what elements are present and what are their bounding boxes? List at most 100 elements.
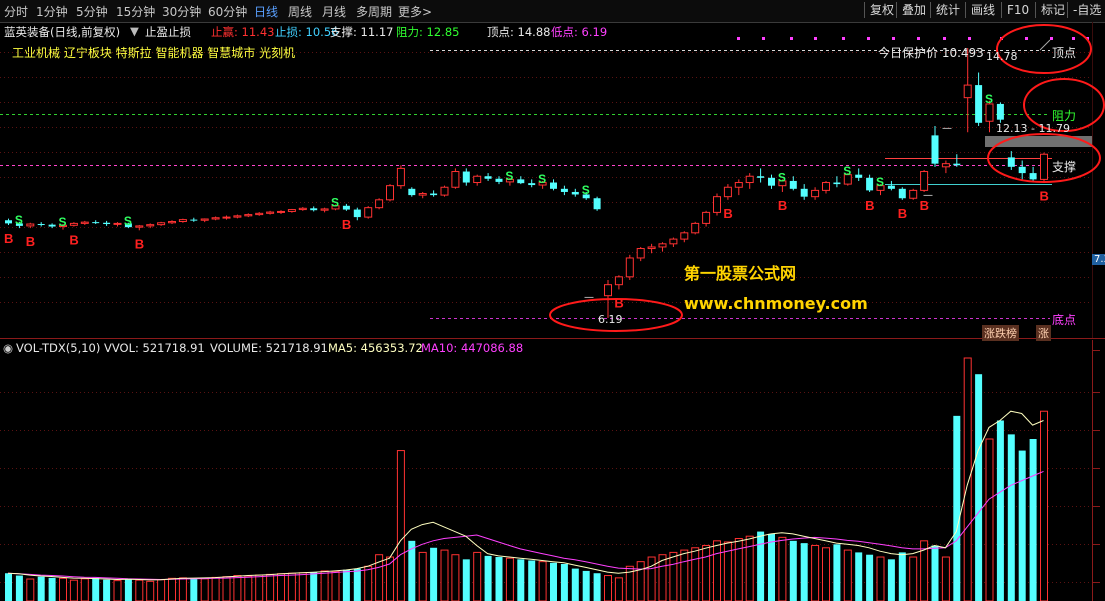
volume-bar-up [778,536,787,601]
buy-signal-mark: B [4,231,13,246]
signal-dot [1050,37,1053,40]
volume-bar-down [931,545,939,601]
volume-bar-down [550,562,557,601]
buy-signal-mark: B [342,217,351,232]
candle-body-down [757,176,765,178]
volume-bar-up [440,549,449,601]
sell-signal-mark: S [331,196,339,210]
kline-chart[interactable]: B B B BBBBB BBBBS S SSS SSS SSS [0,0,1105,601]
volume-indicator-name[interactable]: VOL-TDX(5,10) [16,341,100,355]
volume-bar-down [37,576,45,601]
board-zhang-tag[interactable]: 涨 [1036,325,1051,341]
volume-bar-down [560,563,568,601]
board-tag[interactable]: 涨跌榜 [982,325,1019,341]
candle-body-up [113,222,122,225]
candle-body-down [495,178,503,182]
candle-body-up [298,207,307,211]
volume-bar-up [135,579,144,601]
volume-bar-up [473,551,482,601]
candle-body-down [5,220,12,224]
volume-bar-up [80,578,89,601]
sell-signal-mark: S [843,164,851,178]
volume-bar-up [614,577,623,601]
candle-body-up [157,222,166,226]
volume-bar-down [953,415,961,601]
candle-body-up [713,196,721,213]
range-value-label: 12.13 - 11.79 [996,122,1070,135]
volume-bar-down [975,374,983,601]
signal-dot [968,37,971,40]
volume-bar-down [484,555,492,601]
candle-body-up [669,238,678,245]
buy-signal-mark: B [614,295,623,310]
volume-bar-up [680,549,689,601]
candle-body-up [418,193,427,196]
support-label: 支撑 [1052,160,1077,174]
volume-bar-up [941,556,950,601]
candle-body-down [1018,166,1026,174]
sell-signal-mark: S [15,213,23,227]
candle-body-down [931,135,939,164]
volume-bar-up [538,561,547,601]
candle-body-up [473,175,482,184]
sell-signal-mark: S [59,215,67,229]
volume-bar-up [266,573,275,601]
volume-bar-down [789,540,797,601]
candle-body-down [789,180,797,189]
buy-signal-mark: B [1040,189,1049,204]
diamond-mark [1039,39,1051,51]
candle-body-up [647,246,656,250]
candle-body-down [430,193,438,196]
volume-ma5: MA5: 456353.72 [328,341,423,355]
volume-bar-up [178,577,187,601]
candle-body-down [190,219,198,221]
candle-body-up [200,218,209,221]
candle-body-up [255,212,264,216]
volume-bar-down [582,570,590,601]
volume-bar-down [462,559,470,601]
volume-bar-up [843,549,852,601]
signal-dot [943,37,946,40]
signal-dot [790,37,793,40]
buy-signal-mark: B [778,198,787,213]
candle-body-down [768,177,775,186]
dash-mark: — [923,190,933,201]
candle-body-down [953,163,961,166]
volume-bar-up [396,450,405,601]
volume-bar-down [15,575,23,601]
candle-body-down [1029,173,1037,180]
volume-bar-down [855,552,863,601]
volume-bar-up [211,576,220,601]
volume-bar-up [157,579,166,601]
sell-signal-mark: S [778,170,786,184]
volume-bar-down [866,554,874,601]
candle-body-up [168,221,176,224]
signal-dot [814,37,817,40]
volume-bar-down [1007,434,1015,601]
right-price-tag: 7.3 [1092,254,1105,265]
volume-bar-down [757,531,765,601]
candle-body-up [396,167,405,187]
candle-body-up [822,182,830,191]
volume-bar-up [1040,410,1048,601]
candle-body-up [614,276,623,286]
candle-body-up [178,219,187,223]
candle-body-down [37,224,45,226]
volume-bar-down [768,533,775,601]
candle-body-up [146,224,155,227]
candle-body-up [625,257,634,278]
signal-dot [842,37,845,40]
volume-ma5-line [7,410,1044,581]
volume-bar-up [963,357,972,601]
volume-bar-up [691,547,700,601]
volume-bar-up [59,577,67,601]
candle-body-up [266,211,275,214]
candle-body-down [92,222,100,224]
volume-settings-icon[interactable]: ◉ [3,341,13,355]
candle-body-up [440,186,449,196]
volume-bar-up [822,547,830,601]
volume-bar-up [200,578,209,601]
signal-dot [1072,37,1075,40]
volume-bar-up [811,544,820,601]
volume-bar-up [244,575,253,601]
